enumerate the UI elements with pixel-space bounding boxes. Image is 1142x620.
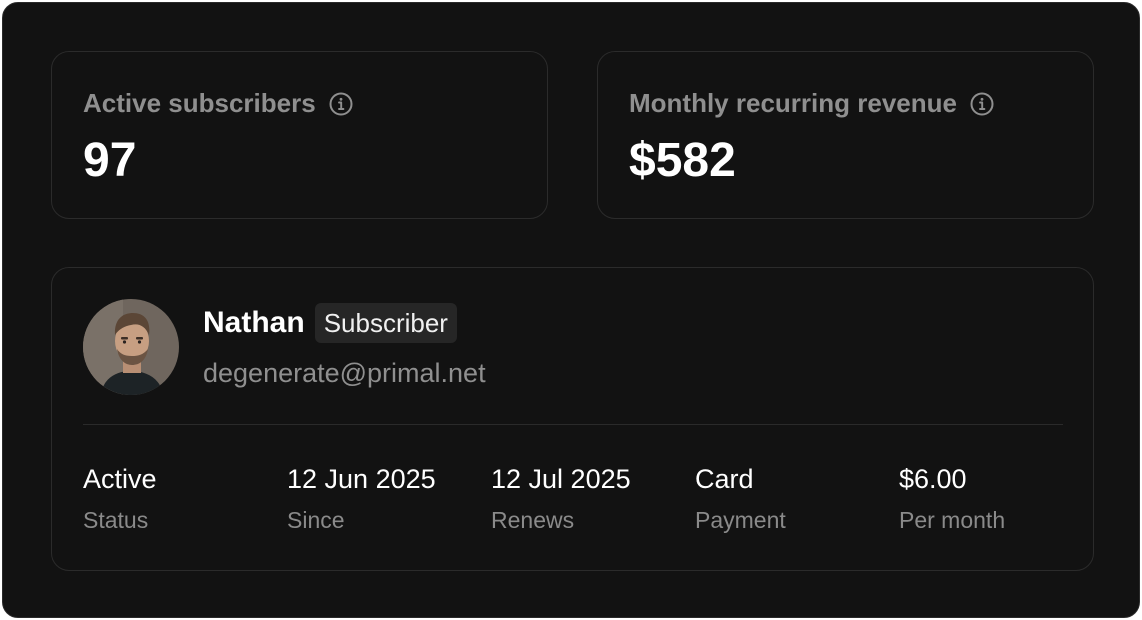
subscriber-card[interactable]: Nathan Subscriber degenerate@primal.net … bbox=[51, 267, 1094, 571]
renews-value: 12 Jul 2025 bbox=[491, 464, 631, 494]
subscriber-badge: Subscriber bbox=[314, 303, 457, 343]
per-month-label: Per month bbox=[899, 507, 1006, 533]
subscriber-name-row: Nathan Subscriber bbox=[203, 303, 457, 343]
since-label: Since bbox=[287, 507, 345, 533]
status-value: Active bbox=[83, 464, 157, 494]
subscriber-name[interactable]: Nathan bbox=[203, 306, 305, 340]
avatar[interactable] bbox=[83, 299, 179, 395]
detail-payment: Card Payment bbox=[695, 462, 786, 535]
monthly-revenue-label: Monthly recurring revenue bbox=[629, 88, 957, 118]
since-value: 12 Jun 2025 bbox=[287, 464, 436, 494]
detail-renews: 12 Jul 2025 Renews bbox=[491, 462, 631, 535]
stat-label-row: Monthly recurring revenue bbox=[629, 88, 995, 119]
status-label: Status bbox=[83, 507, 149, 533]
detail-since: 12 Jun 2025 Since bbox=[287, 462, 436, 535]
divider bbox=[83, 424, 1063, 425]
monthly-revenue-value: $582 bbox=[629, 134, 736, 187]
detail-status: Active Status bbox=[83, 462, 157, 535]
stat-label-row: Active subscribers bbox=[83, 88, 354, 119]
subscriber-email[interactable]: degenerate@primal.net bbox=[203, 358, 486, 389]
detail-per-month: $6.00 Per month bbox=[899, 462, 1005, 535]
info-icon[interactable] bbox=[969, 91, 995, 117]
per-month-value: $6.00 bbox=[899, 464, 967, 494]
info-icon[interactable] bbox=[328, 91, 354, 117]
active-subscribers-card: Active subscribers 97 bbox=[51, 51, 548, 219]
renews-label: Renews bbox=[491, 507, 575, 533]
subscribers-panel: Active subscribers 97 Monthly recurring … bbox=[2, 2, 1140, 618]
monthly-revenue-card: Monthly recurring revenue $582 bbox=[597, 51, 1094, 219]
active-subscribers-value: 97 bbox=[83, 134, 137, 187]
payment-value: Card bbox=[695, 464, 754, 494]
active-subscribers-label: Active subscribers bbox=[83, 88, 316, 118]
payment-label: Payment bbox=[695, 507, 786, 533]
